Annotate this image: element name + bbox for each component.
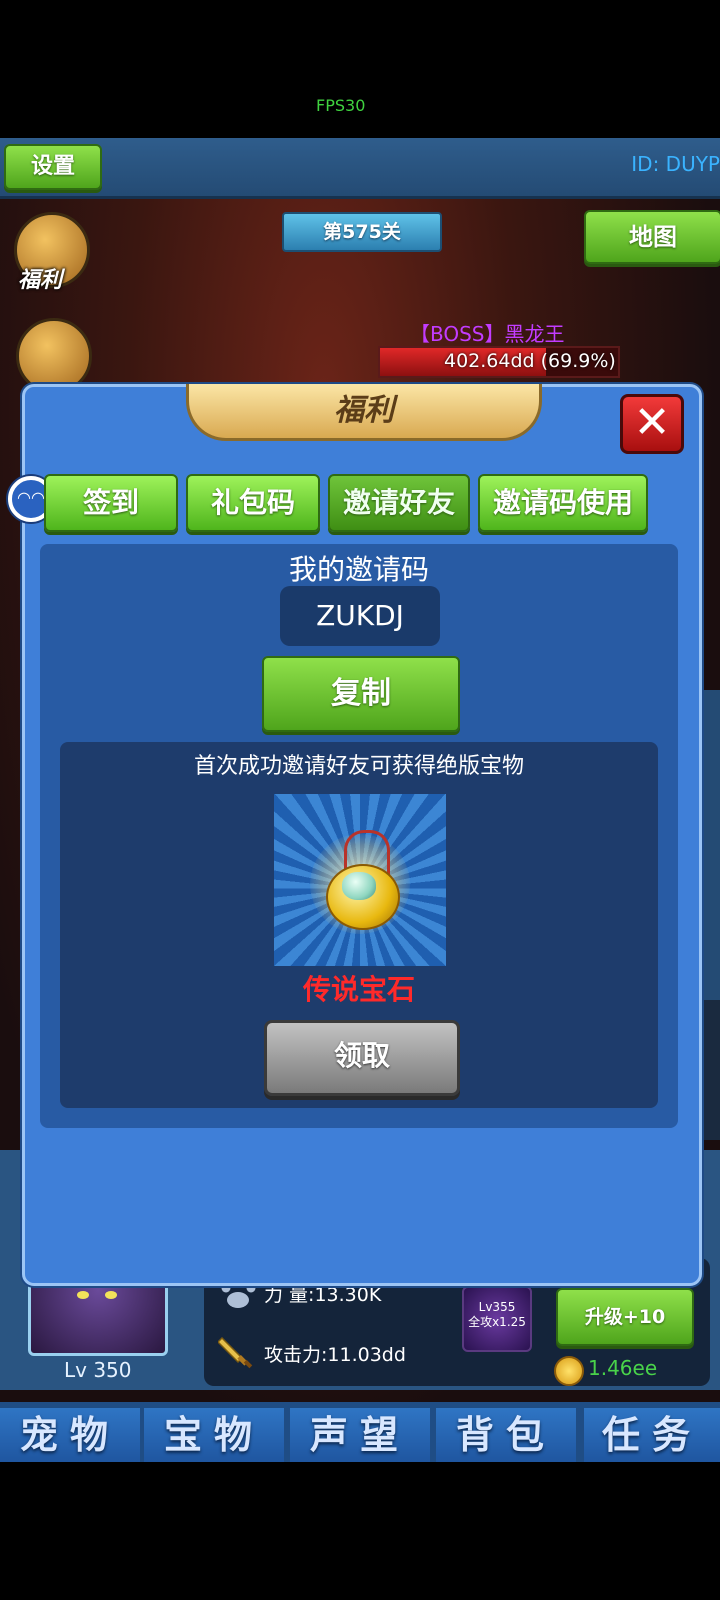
hero-eye bbox=[105, 1291, 117, 1299]
treasure-chest-icon[interactable] bbox=[16, 318, 92, 394]
claim-button[interactable]: 领取 bbox=[264, 1020, 460, 1096]
tab-gift-code[interactable]: 礼包码 bbox=[186, 474, 320, 532]
stage-banner: 第575关 bbox=[282, 212, 442, 252]
tab-quests[interactable]: 任务 bbox=[584, 1408, 720, 1462]
hero-level: Lv 350 bbox=[64, 1358, 132, 1382]
boss-name: 【BOSS】黑龙王 bbox=[410, 322, 565, 346]
skill-level: Lv355 bbox=[478, 1300, 516, 1314]
top-bar bbox=[0, 138, 720, 199]
coin-value: 1.46ee bbox=[588, 1356, 658, 1380]
close-icon: ✕ bbox=[633, 397, 671, 448]
invite-code-value: ZUKDJ bbox=[280, 586, 440, 646]
copy-button[interactable]: 复制 bbox=[262, 656, 460, 732]
tab-prestige[interactable]: 声望 bbox=[290, 1408, 430, 1462]
modal-title-plate: 福利 bbox=[186, 384, 542, 441]
welfare-icon-label: 福利 bbox=[18, 268, 63, 293]
tab-treasures[interactable]: 宝物 bbox=[144, 1408, 284, 1462]
tab-invite-friends[interactable]: 邀请好友 bbox=[328, 474, 470, 532]
boss-hp-text: 402.64dd (69.9%) bbox=[444, 350, 616, 372]
legendary-gem-icon bbox=[274, 794, 446, 966]
invite-code-title: 我的邀请码 bbox=[288, 553, 429, 586]
upgrade-button[interactable]: 升级+10 bbox=[556, 1288, 694, 1346]
map-button[interactable]: 地图 bbox=[584, 210, 720, 264]
settings-button[interactable]: 设置 bbox=[4, 144, 102, 190]
hero-eye bbox=[77, 1291, 89, 1299]
reward-name: 传说宝石 bbox=[302, 973, 415, 1006]
skill-badge[interactable]: Lv355 全攻x1.25 bbox=[462, 1286, 532, 1352]
tab-backpack[interactable]: 背包 bbox=[436, 1408, 576, 1462]
skill-effect: 全攻x1.25 bbox=[468, 1315, 526, 1329]
player-id: ID: DUYP bbox=[631, 152, 720, 176]
fps-counter: FPS30 bbox=[316, 96, 366, 115]
close-button[interactable]: ✕ bbox=[620, 394, 684, 454]
attack-stat: 攻击力:11.03dd bbox=[264, 1344, 406, 1366]
tab-checkin[interactable]: 签到 bbox=[44, 474, 178, 532]
modal-title: 福利 bbox=[334, 393, 394, 428]
sword-icon bbox=[218, 1336, 253, 1369]
tab-pets[interactable]: 宠物 bbox=[0, 1408, 140, 1462]
tab-use-invite-code[interactable]: 邀请码使用 bbox=[478, 474, 648, 532]
reward-description: 首次成功邀请好友可获得绝版宝物 bbox=[193, 754, 524, 779]
coin-icon bbox=[554, 1356, 584, 1386]
